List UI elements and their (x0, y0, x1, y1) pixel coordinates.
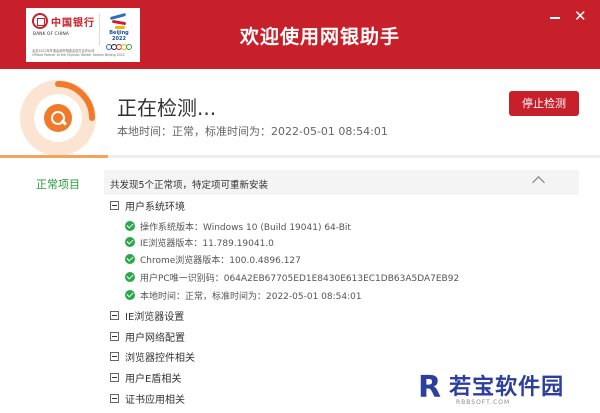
group-ie-settings[interactable]: IE浏览器设置 (110, 308, 185, 323)
olympic-rings-icon (102, 44, 136, 50)
item-label: IE浏览器版本：11.789.19041.0 (140, 238, 274, 249)
check-item: 用户PC唯一识别码：064A2EB67705ED1E8430E613EC1DB6… (125, 270, 459, 284)
group-label: 用户系统环境 (125, 201, 185, 213)
scan-progress-bar (0, 155, 600, 158)
scanning-icon (20, 80, 96, 156)
minimize-icon[interactable] (548, 10, 562, 24)
watermark-text: 若宝软件园 (449, 375, 565, 400)
bank-name-cn: 中国银行 (51, 17, 95, 29)
category-normal-items[interactable]: 正常项目 (36, 176, 80, 192)
collapse-toggle-icon[interactable] (110, 310, 119, 320)
window-title: 欢迎使用网银助手 (240, 26, 401, 48)
check-item: IE浏览器版本：11.789.19041.0 (125, 235, 274, 249)
check-circle-icon (125, 254, 135, 264)
chevron-up-icon[interactable] (532, 176, 545, 189)
group-label: 证书应用相关 (125, 394, 185, 406)
bank-name-en: BANK OF CHINA (33, 32, 69, 37)
item-label: 本地时间：正常，标准时间为：2022-05-01 08:54:01 (140, 291, 362, 302)
item-label: 操作系统版本：Windows 10 (Build 19041) 64-Bit (140, 222, 351, 233)
scan-progress-fill (0, 155, 108, 158)
group-label: 浏览器控件相关 (125, 352, 195, 364)
title-bar: 中国银行 BANK OF CHINA Beijing 2022 北京2022年冬… (0, 0, 600, 69)
brand-logo: 中国银行 BANK OF CHINA Beijing 2022 北京2022年冬… (26, 8, 140, 62)
group-certificates[interactable]: 证书应用相关 (110, 391, 185, 406)
stop-scan-button[interactable]: 停止检测 (509, 91, 579, 116)
results-summary-row: 共发现5个正常项，特定项可重新安装 (104, 170, 579, 195)
magnifier-icon (44, 104, 72, 132)
bank-of-china-logo-icon (32, 13, 48, 29)
beijing-2022-emblem-icon (107, 12, 131, 30)
check-item: 本地时间：正常，标准时间为：2022-05-01 08:54:01 (125, 288, 362, 302)
partner-note-en: Official Partner of the Olympic Winter G… (32, 53, 125, 57)
logo-divider (99, 14, 100, 46)
check-circle-icon (125, 237, 135, 247)
check-circle-icon (125, 272, 135, 282)
group-network-config[interactable]: 用户网络配置 (110, 329, 185, 344)
olympic-emblem: Beijing 2022 (102, 12, 136, 50)
check-item: Chrome浏览器版本：100.0.4896.127 (125, 252, 301, 266)
group-label: 用户E盾相关 (125, 373, 182, 385)
group-label: 用户网络配置 (125, 332, 185, 344)
watermark-logo-icon: R (418, 370, 442, 405)
check-circle-icon (125, 221, 135, 231)
item-label: Chrome浏览器版本：100.0.4896.127 (140, 255, 301, 266)
watermark-url: RBBSOFT.COM (456, 399, 511, 406)
group-label: IE浏览器设置 (125, 311, 185, 323)
collapse-toggle-icon[interactable] (110, 200, 119, 210)
check-item: 操作系统版本：Windows 10 (Build 19041) 64-Bit (125, 219, 351, 233)
local-time-status: 本地时间：正常，标准时间为：2022-05-01 08:54:01 (117, 125, 388, 138)
group-e-shield[interactable]: 用户E盾相关 (110, 370, 182, 385)
group-user-system-env[interactable]: 用户系统环境 (110, 198, 185, 213)
olympic-label: Beijing 2022 (109, 30, 129, 42)
results-summary: 共发现5个正常项，特定项可重新安装 (110, 180, 269, 191)
collapse-toggle-icon[interactable] (110, 331, 119, 341)
collapse-toggle-icon[interactable] (110, 372, 119, 382)
scan-status-title: 正在检测... (117, 96, 217, 120)
item-label: 用户PC唯一识别码：064A2EB67705ED1E8430E613EC1DB6… (140, 273, 460, 284)
group-browser-controls[interactable]: 浏览器控件相关 (110, 349, 195, 364)
collapse-toggle-icon[interactable] (110, 351, 119, 361)
close-icon[interactable]: ✕ (574, 7, 587, 25)
check-circle-icon (125, 290, 135, 300)
collapse-toggle-icon[interactable] (110, 393, 119, 403)
